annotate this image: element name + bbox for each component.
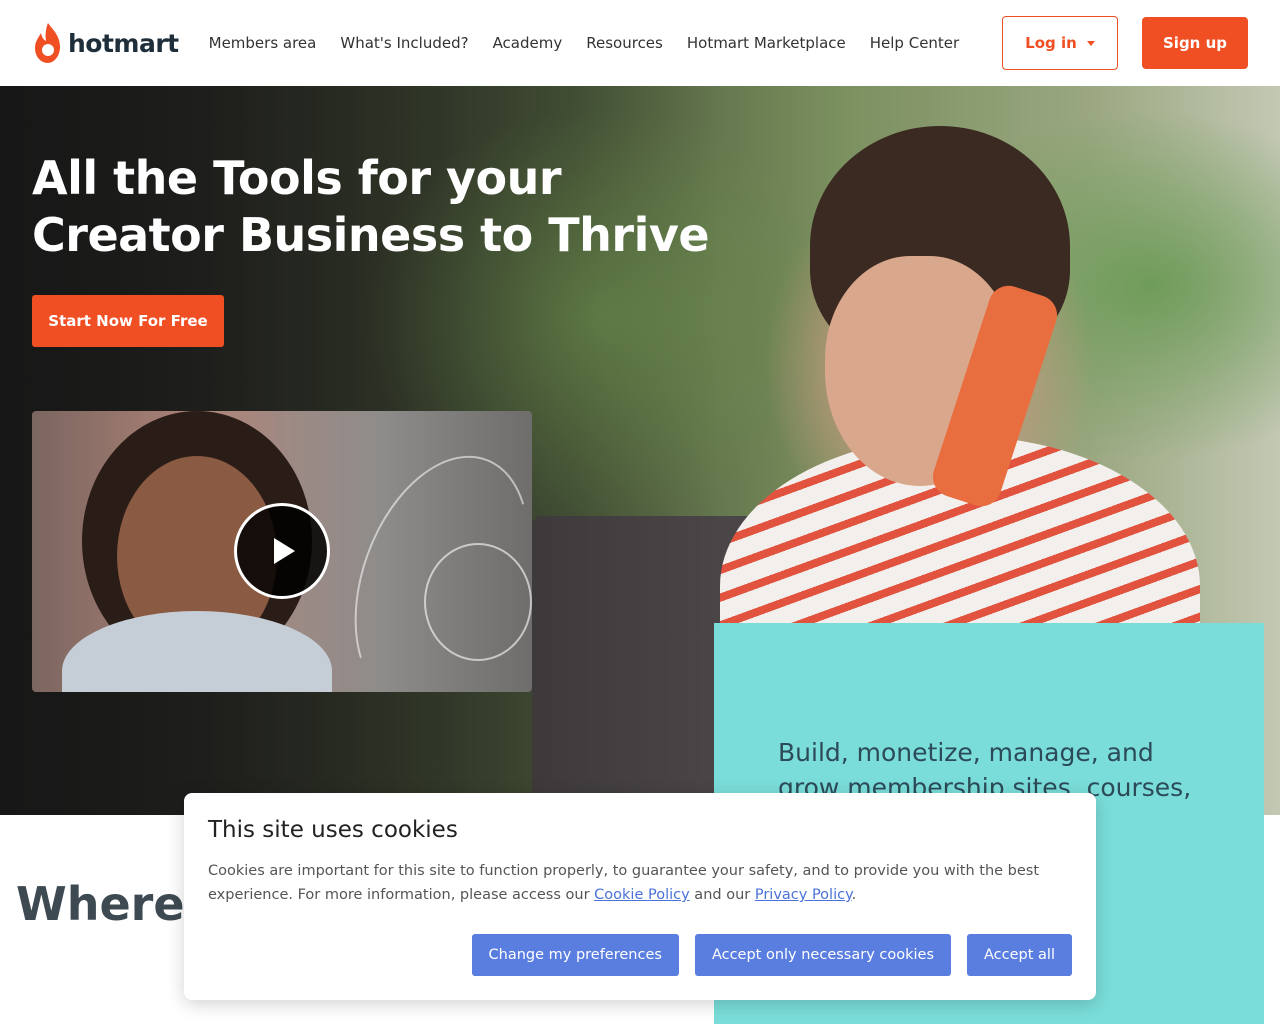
privacy-policy-link[interactable]: Privacy Policy: [755, 887, 852, 903]
nav-item-help-center[interactable]: Help Center: [870, 34, 959, 52]
cookie-body-text-end: .: [851, 887, 857, 903]
cookie-consent-dialog: This site uses cookies Cookies are impor…: [184, 793, 1096, 1000]
decorative-circle: [424, 543, 532, 661]
nav-item-academy[interactable]: Academy: [493, 34, 563, 52]
nav-item-resources[interactable]: Resources: [586, 34, 663, 52]
play-triangle-icon: [274, 538, 295, 564]
hero-title: All the Tools for your Creator Business …: [32, 151, 710, 262]
cookie-policy-link[interactable]: Cookie Policy: [594, 887, 690, 903]
nav-item-whats-included[interactable]: What's Included?: [340, 34, 468, 52]
change-preferences-button[interactable]: Change my preferences: [471, 934, 679, 976]
site-header: hotmart Members area What's Included? Ac…: [0, 0, 1280, 86]
signup-button[interactable]: Sign up: [1142, 17, 1248, 69]
cookie-body: Cookies are important for this site to f…: [208, 859, 1058, 907]
cookie-actions: Change my preferences Accept only necess…: [471, 934, 1072, 976]
video-person-shirt: [62, 611, 332, 692]
cookie-title: This site uses cookies: [208, 817, 458, 843]
video-thumbnail[interactable]: [32, 411, 532, 692]
cookie-body-text-middle: and our: [689, 887, 755, 903]
accept-necessary-button[interactable]: Accept only necessary cookies: [694, 934, 952, 976]
start-now-button[interactable]: Start Now For Free: [32, 295, 224, 347]
play-icon[interactable]: [234, 503, 330, 599]
main-nav: Members area What's Included? Academy Re…: [209, 34, 960, 52]
nav-item-members-area[interactable]: Members area: [209, 34, 317, 52]
hotmart-logo[interactable]: hotmart: [32, 21, 179, 65]
nav-item-marketplace[interactable]: Hotmart Marketplace: [687, 34, 846, 52]
login-button[interactable]: Log in: [1002, 16, 1118, 70]
header-actions: Log in Sign up: [1002, 16, 1248, 70]
accept-all-button[interactable]: Accept all: [967, 934, 1072, 976]
login-label: Log in: [1025, 34, 1077, 52]
flame-icon: [35, 23, 60, 63]
chevron-down-icon: [1086, 40, 1095, 46]
logo-wordmark: hotmart: [68, 28, 179, 58]
